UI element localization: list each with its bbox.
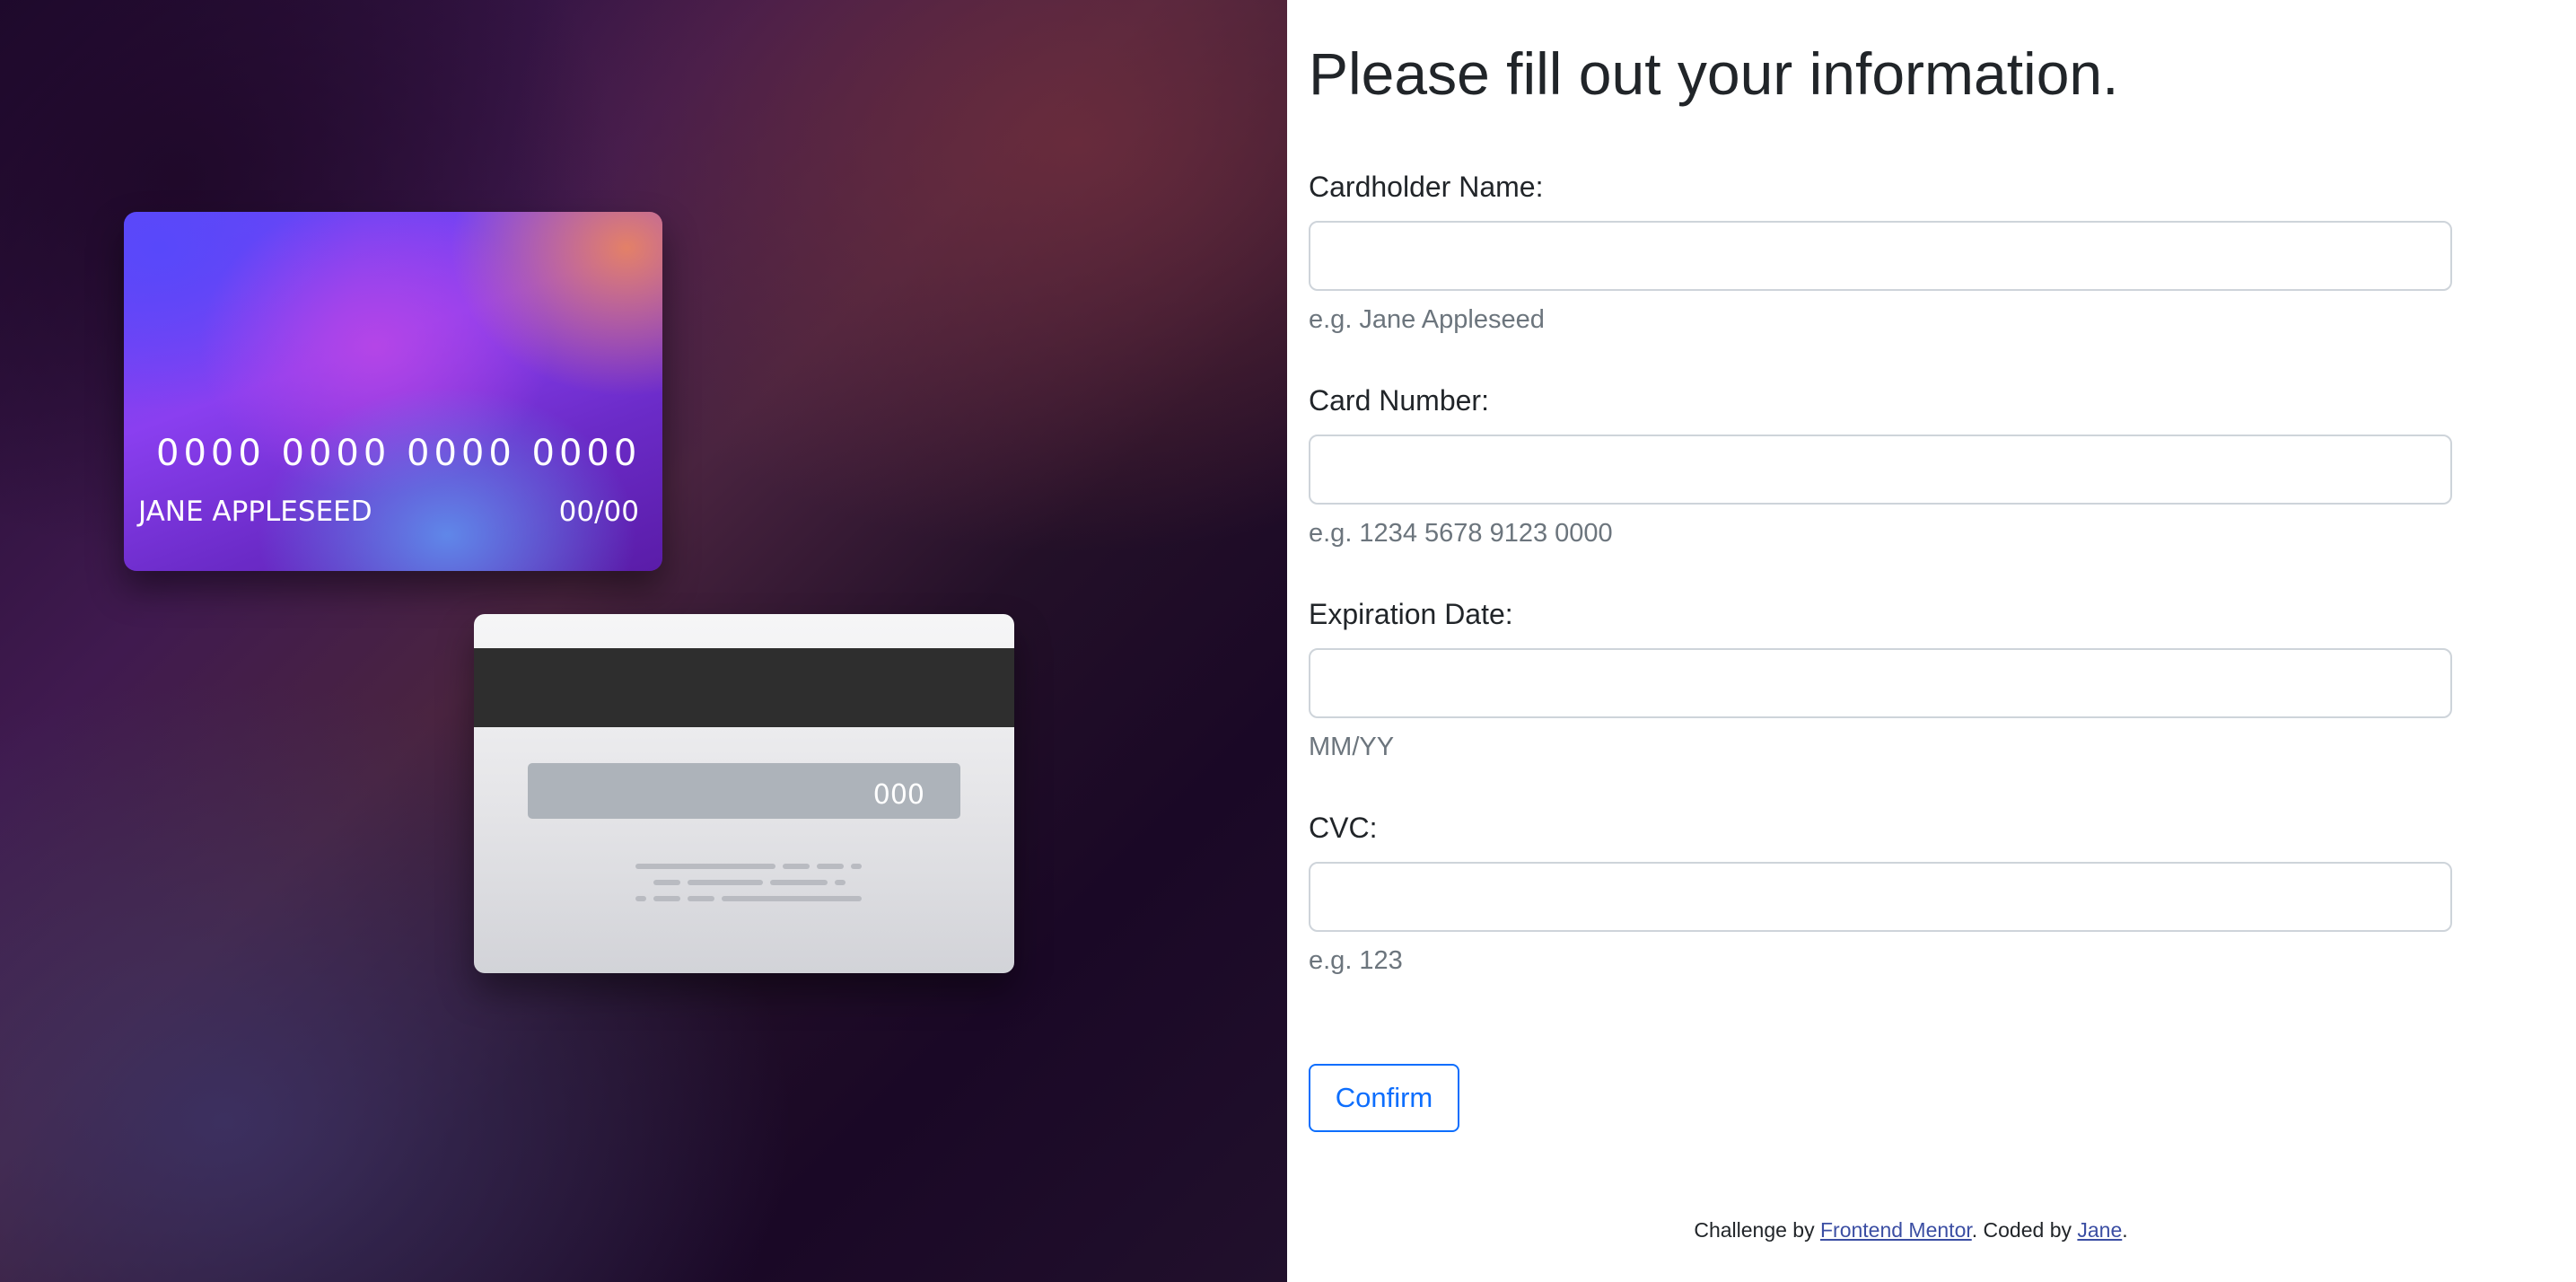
footer-coded-prefix: . Coded by <box>1971 1218 2078 1242</box>
card-back: 000 <box>474 614 1014 973</box>
cvc-hint: e.g. 123 <box>1309 946 1403 975</box>
cvc-input[interactable] <box>1309 862 2452 932</box>
confirm-button[interactable]: Confirm <box>1309 1064 1459 1132</box>
card-number-input[interactable] <box>1309 435 2452 505</box>
footer-attribution: Challenge by Frontend Mentor. Coded by J… <box>1287 1218 2427 1242</box>
expiration-date-label: Expiration Date: <box>1309 598 1513 630</box>
expiration-date-input[interactable] <box>1309 648 2452 718</box>
card-back-cvc: 000 <box>872 779 924 811</box>
card-number-field: Card Number: e.g. 1234 5678 9123 0000 <box>1309 381 2452 551</box>
expiration-date-field: Expiration Date: MM/YY <box>1309 594 2452 765</box>
frontend-mentor-link[interactable]: Frontend Mentor <box>1820 1218 1972 1242</box>
cardholder-name-label: Cardholder Name: <box>1309 171 1544 203</box>
cvc-label: CVC: <box>1309 812 1378 844</box>
card-preview-panel: 0000 0000 0000 0000 JANE APPLESEED 00/00… <box>0 0 1287 1282</box>
author-link[interactable]: Jane <box>2077 1218 2122 1242</box>
card-number-label: Card Number: <box>1309 384 1489 417</box>
card-number-hint: e.g. 1234 5678 9123 0000 <box>1309 519 1613 548</box>
cardholder-name-field: Cardholder Name: e.g. Jane Appleseed <box>1309 167 2452 338</box>
card-front: 0000 0000 0000 0000 JANE APPLESEED 00/00 <box>124 212 662 571</box>
footer-suffix: . <box>2122 1218 2128 1242</box>
payment-form-panel: Please fill out your information. Cardho… <box>1287 0 2576 1282</box>
expiration-date-hint: MM/YY <box>1309 733 1395 761</box>
cardholder-name-hint: e.g. Jane Appleseed <box>1309 305 1545 334</box>
magnetic-stripe <box>474 648 1014 727</box>
signature-strip: 000 <box>528 763 960 819</box>
page-title: Please fill out your information. <box>1309 40 2119 107</box>
footer-challenge-prefix: Challenge by <box>1694 1218 1820 1242</box>
card-back-fine-print <box>635 864 862 907</box>
card-front-name: JANE APPLESEED <box>138 496 372 528</box>
cvc-field: CVC: e.g. 123 <box>1309 808 2452 979</box>
card-front-number: 0000 0000 0000 0000 <box>156 433 642 474</box>
cardholder-name-input[interactable] <box>1309 221 2452 291</box>
card-front-expiry: 00/00 <box>558 496 639 528</box>
